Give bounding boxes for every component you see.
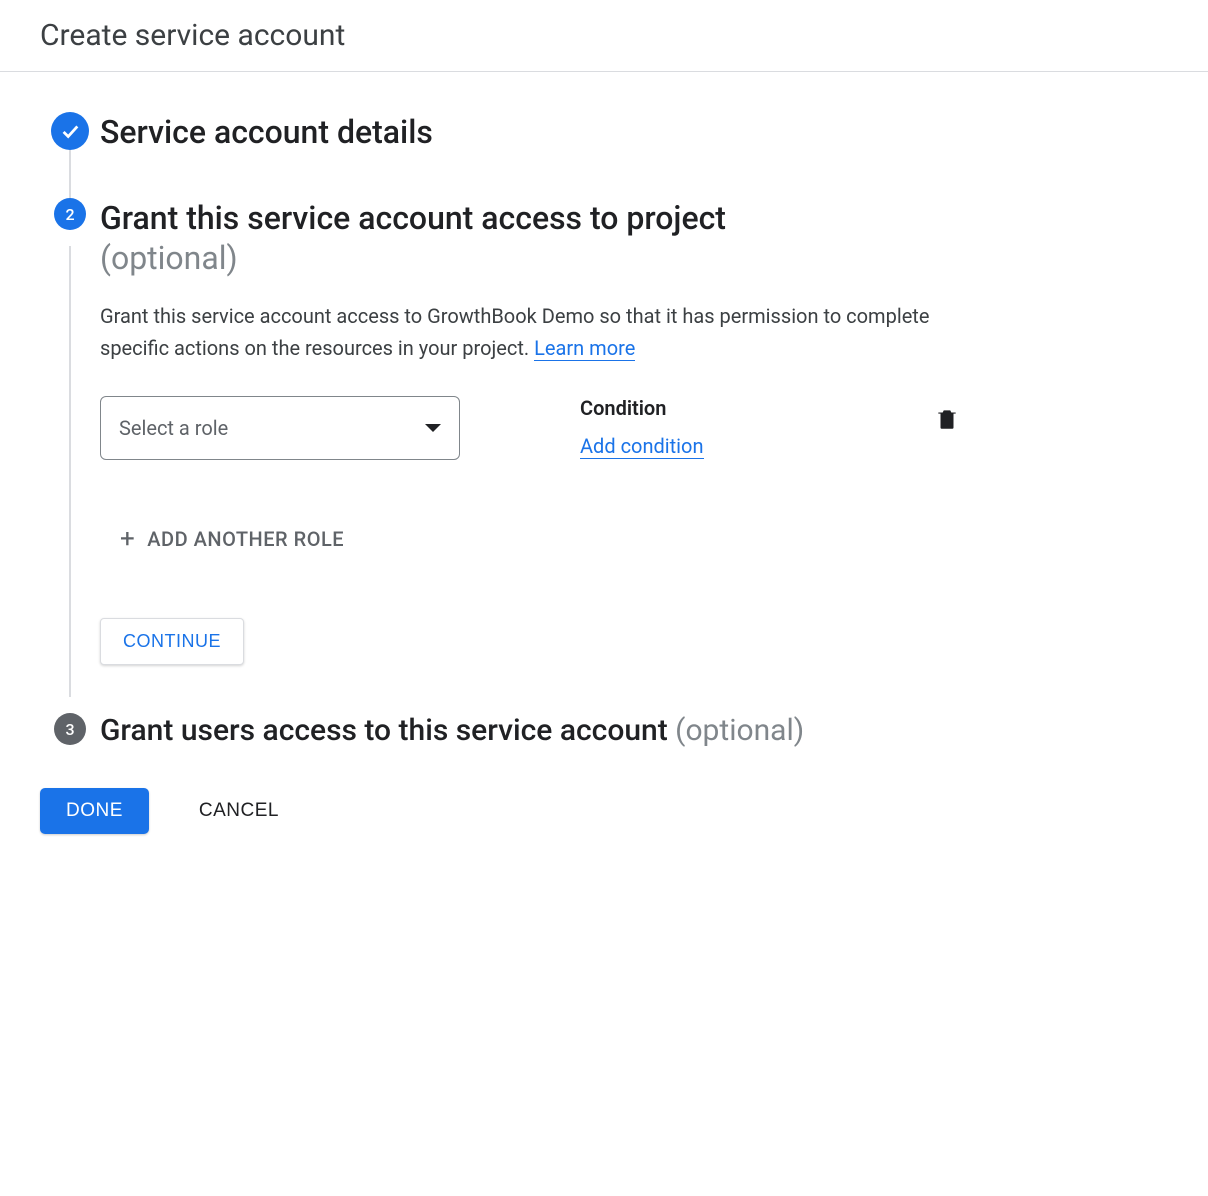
- step-3-circle[interactable]: 3: [54, 713, 86, 745]
- step-2-number: 2: [65, 205, 74, 224]
- connector: [69, 150, 71, 198]
- step-2-body: Grant this service account access to pro…: [100, 198, 960, 705]
- step-2-optional: (optional): [100, 238, 960, 278]
- condition-label: Condition: [580, 396, 704, 420]
- step-3: 3 Grant users access to this service acc…: [40, 713, 960, 748]
- condition-block: Condition Add condition: [580, 396, 960, 458]
- condition-column: Condition Add condition: [580, 396, 704, 458]
- step-1-body: Service account details: [100, 112, 960, 152]
- step-1-title: Service account details: [100, 112, 960, 152]
- trash-icon: [934, 406, 960, 432]
- step-3-optional: (optional): [675, 713, 804, 748]
- add-condition-link[interactable]: Add condition: [580, 434, 704, 459]
- step-3-body: Grant users access to this service accou…: [100, 713, 960, 748]
- learn-more-link[interactable]: Learn more: [534, 336, 635, 361]
- step-3-title: Grant users access to this service accou…: [100, 713, 675, 748]
- connector: [69, 246, 71, 697]
- page-header: Create service account: [0, 0, 1208, 72]
- step-2-circle[interactable]: 2: [54, 198, 86, 230]
- cancel-button[interactable]: CANCEL: [199, 800, 279, 822]
- page-title: Create service account: [40, 18, 1168, 53]
- step-2-heading: Grant this service account access to pro…: [100, 198, 960, 278]
- dropdown-arrow-icon: [425, 424, 441, 432]
- delete-role-button[interactable]: [934, 406, 960, 436]
- step-3-indicator: 3: [40, 713, 100, 745]
- continue-button[interactable]: CONTINUE: [100, 618, 244, 665]
- add-another-role-label: ADD ANOTHER ROLE: [147, 527, 344, 551]
- step-1: Service account details: [40, 112, 960, 198]
- checkmark-icon: [59, 120, 81, 142]
- role-select-dropdown[interactable]: Select a role: [100, 396, 460, 460]
- add-another-role-button[interactable]: + ADD ANOTHER ROLE: [120, 524, 344, 554]
- step-1-indicator: [40, 112, 100, 198]
- step-2: 2 Grant this service account access to p…: [40, 198, 960, 705]
- step-2-title: Grant this service account access to pro…: [100, 198, 960, 238]
- footer-buttons: DONE CANCEL: [40, 788, 960, 834]
- done-button[interactable]: DONE: [40, 788, 149, 834]
- plus-icon: +: [120, 524, 135, 554]
- role-row: Select a role Condition Add condition: [100, 396, 960, 460]
- stepper-content: Service account details 2 Grant this ser…: [0, 72, 1000, 874]
- step-1-circle[interactable]: [51, 112, 89, 150]
- step-3-number: 3: [65, 720, 74, 739]
- step-2-indicator: 2: [40, 198, 100, 705]
- step-2-description: Grant this service account access to Gro…: [100, 300, 960, 364]
- description-text: Grant this service account access to Gro…: [100, 304, 929, 360]
- role-select-placeholder: Select a role: [119, 416, 228, 440]
